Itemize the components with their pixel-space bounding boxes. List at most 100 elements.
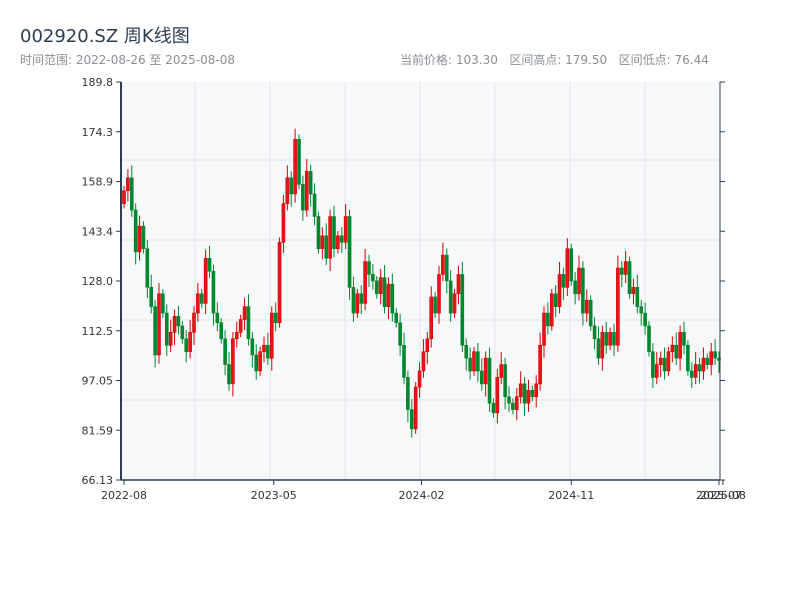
candle-body: [666, 351, 671, 372]
y-tick-label: 66.13: [82, 474, 114, 487]
candle-body: [137, 225, 142, 253]
candle-body: [452, 293, 457, 314]
candle-body: [526, 390, 531, 404]
candle-body: [254, 354, 259, 372]
candle-body: [129, 177, 134, 211]
candle-body: [285, 177, 290, 204]
candle: [569, 243, 574, 286]
candle-body: [433, 296, 437, 314]
candle-body: [507, 396, 511, 404]
candle-body: [281, 203, 286, 243]
y-tick-label: 97.05: [82, 375, 114, 388]
candle-body: [324, 235, 329, 259]
candle-body: [246, 306, 251, 340]
candle-body: [476, 351, 480, 372]
candle-body: [343, 216, 348, 243]
candle-body: [164, 312, 169, 346]
candle-body: [557, 274, 562, 307]
candle-body: [503, 364, 507, 398]
candle-body: [647, 325, 651, 352]
candle-body: [561, 274, 566, 288]
candle-body: [188, 332, 192, 352]
candle-body: [619, 267, 624, 275]
candle-body: [421, 351, 426, 372]
candle-body: [161, 293, 165, 314]
candle-body: [514, 396, 519, 410]
candle-body: [409, 409, 414, 430]
candle-body: [483, 357, 488, 385]
candle-body: [670, 344, 675, 352]
candle-body: [511, 402, 515, 410]
candle-body: [378, 277, 383, 295]
candle: [588, 295, 593, 331]
candle-body: [678, 332, 682, 359]
y-tick-label: 158.9: [82, 176, 114, 189]
candlestick-chart: 66.13 81.59 97.05 112.5 128.0 143.4 158.9 174.3…: [82, 76, 746, 502]
candle-body: [546, 312, 550, 327]
candle-body: [231, 338, 235, 385]
candle-body: [487, 357, 492, 404]
candle-body: [499, 364, 504, 378]
candle-body: [464, 344, 469, 359]
candle-body: [441, 254, 445, 275]
candle-body: [223, 338, 227, 365]
candle-body: [588, 299, 593, 327]
candle-body: [584, 299, 589, 314]
candle-body: [269, 312, 274, 359]
candle-body: [394, 312, 399, 324]
candle-body: [390, 283, 395, 314]
candle-body: [126, 177, 130, 192]
candle-body: [157, 293, 161, 356]
candle-body: [242, 306, 247, 320]
candle-body: [199, 293, 204, 304]
candle: [316, 211, 321, 254]
candle-body: [425, 338, 430, 352]
candle-body: [569, 248, 574, 282]
candle: [293, 128, 297, 203]
candle-body: [674, 344, 679, 359]
candle-body: [402, 344, 406, 378]
candle-body: [604, 332, 609, 346]
candle-body: [328, 216, 332, 259]
candle-body: [339, 235, 344, 243]
candle-body: [149, 287, 154, 307]
candle-body: [133, 209, 138, 253]
candle-body: [297, 138, 301, 185]
candle-body: [437, 274, 441, 314]
candle: [297, 134, 301, 190]
candle-body: [363, 261, 367, 304]
candle-body: [266, 344, 270, 359]
candle-body: [662, 357, 667, 372]
candle-body: [406, 377, 410, 410]
candle-body: [530, 390, 535, 398]
candle-body: [577, 267, 581, 295]
candle-body: [518, 383, 523, 398]
y-tick-label: 189.8: [82, 76, 114, 89]
candle-body: [627, 261, 632, 295]
candle-body: [184, 338, 189, 352]
candle-body: [600, 332, 605, 359]
candle-body: [608, 332, 612, 346]
candle-body: [382, 277, 387, 307]
candle-body: [612, 332, 616, 346]
candle-body: [374, 280, 379, 295]
candle-body: [495, 377, 500, 414]
candle-body: [448, 280, 453, 314]
candle-body: [176, 315, 181, 327]
candle-body: [227, 364, 231, 385]
candle-body: [308, 171, 313, 195]
candle-body: [153, 306, 157, 356]
candle-body: [623, 261, 628, 275]
candle-body: [262, 344, 266, 352]
candle-body: [549, 293, 554, 327]
candle-body: [682, 332, 686, 346]
candle-body: [367, 261, 371, 275]
candle-body: [538, 344, 542, 385]
candle-body: [444, 254, 449, 282]
candle-body: [468, 357, 472, 372]
candle-body: [289, 177, 294, 195]
candle-body: [238, 319, 243, 333]
candle-body: [273, 312, 278, 324]
candle-body: [207, 258, 212, 272]
candle: [627, 256, 632, 299]
